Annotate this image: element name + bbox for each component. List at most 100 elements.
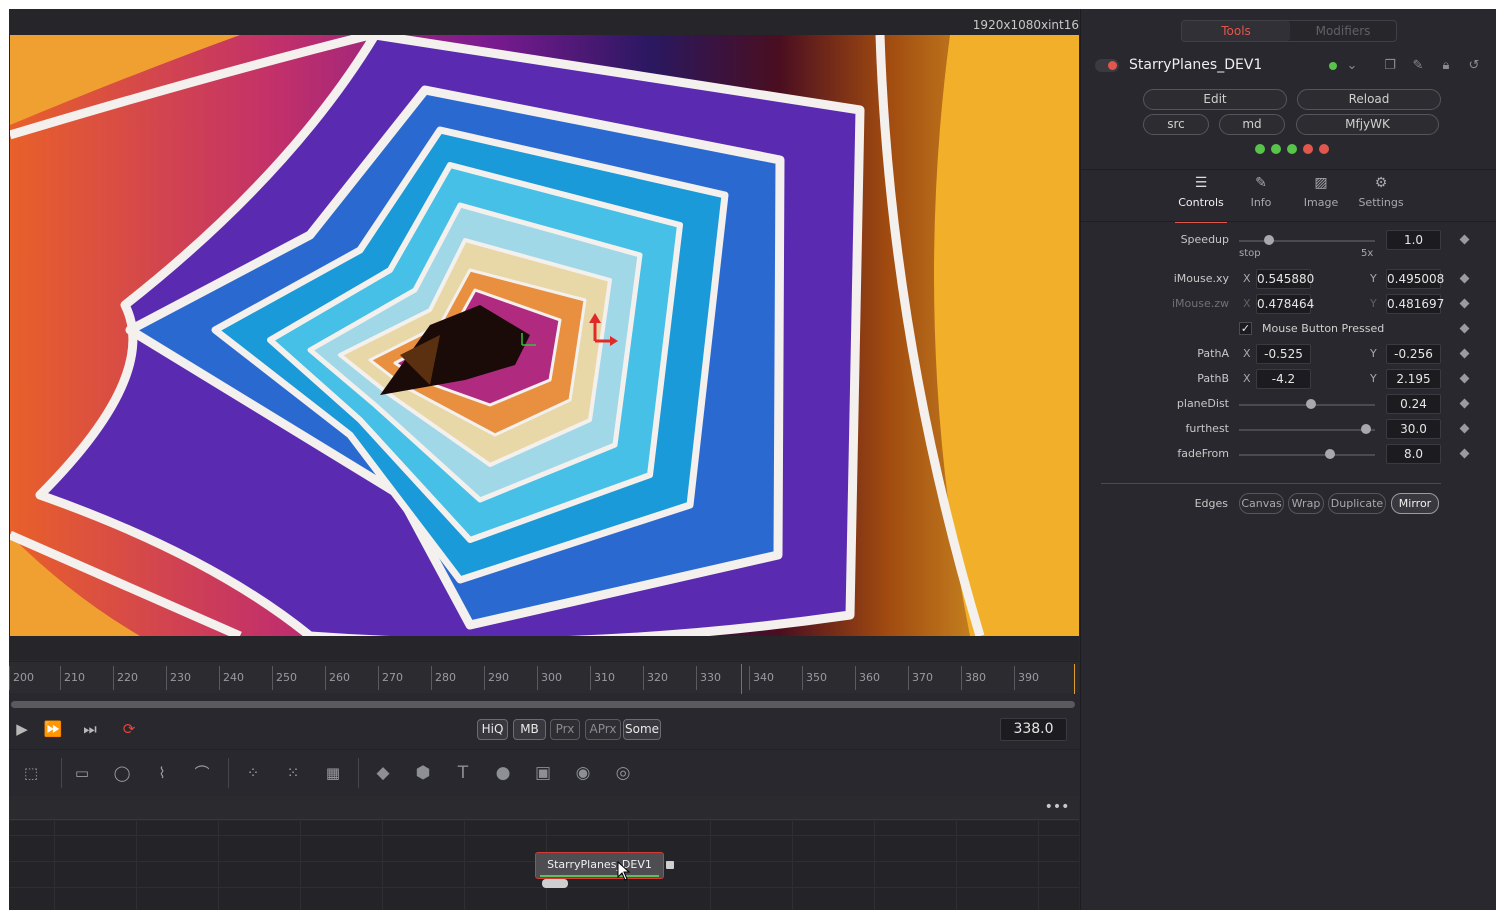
path-a-x-field[interactable]: -0.525 bbox=[1256, 344, 1311, 364]
md-button[interactable]: md bbox=[1219, 114, 1285, 135]
src-button[interactable]: src bbox=[1143, 114, 1209, 135]
furthest-slider[interactable] bbox=[1239, 424, 1375, 434]
keyframe-icon[interactable] bbox=[1459, 423, 1470, 434]
tab-tools[interactable]: Tools bbox=[1182, 21, 1290, 41]
tool-enable-toggle[interactable] bbox=[1095, 59, 1119, 72]
tab-controls[interactable]: ☰ Controls bbox=[1171, 175, 1231, 223]
camera-3d-icon[interactable]: ◉ bbox=[569, 760, 597, 786]
path-b-y-field[interactable]: 2.195 bbox=[1386, 369, 1441, 389]
bspline-mask-icon[interactable]: ⌒ bbox=[188, 760, 216, 786]
image-plane-3d-icon[interactable]: ◆ bbox=[369, 760, 397, 786]
particle-emitter-icon[interactable]: ⁘ bbox=[239, 760, 267, 786]
lock-icon[interactable]: 🔒︎ bbox=[1437, 57, 1455, 75]
edges-mirror-button[interactable]: Mirror bbox=[1391, 493, 1439, 514]
imouse-w-field[interactable]: 0.481697 bbox=[1386, 294, 1444, 314]
imouse-z-field[interactable]: 0.478464 bbox=[1256, 294, 1314, 314]
edit-button[interactable]: Edit bbox=[1143, 89, 1287, 110]
edges-wrap-button[interactable]: Wrap bbox=[1288, 493, 1324, 514]
renderer-3d-icon[interactable]: ◎ bbox=[609, 760, 637, 786]
fast-forward-button[interactable]: ⏩ bbox=[42, 719, 64, 739]
prx-button[interactable]: Prx bbox=[550, 719, 580, 740]
versions-icon[interactable]: ❐ bbox=[1381, 57, 1399, 75]
slider-knob[interactable] bbox=[1305, 399, 1316, 409]
separator bbox=[228, 758, 229, 788]
furthest-value[interactable]: 30.0 bbox=[1386, 419, 1441, 439]
keyframe-icon[interactable] bbox=[1459, 298, 1470, 309]
reset-icon[interactable]: ↺ bbox=[1465, 57, 1483, 75]
text-3d-icon[interactable]: T bbox=[449, 760, 477, 786]
rectangle-mask-icon[interactable]: ▭ bbox=[68, 760, 96, 786]
aprx-button[interactable]: APrx bbox=[585, 719, 621, 740]
tab-label: Settings bbox=[1358, 196, 1404, 209]
path-a-y-field[interactable]: -0.256 bbox=[1386, 344, 1441, 364]
ruler-tick: 390 bbox=[1014, 666, 1039, 690]
playhead[interactable] bbox=[741, 664, 742, 694]
cube-3d-icon[interactable]: ▣ bbox=[529, 760, 557, 786]
slider-knob[interactable] bbox=[1264, 235, 1275, 245]
keyframe-icon[interactable] bbox=[1459, 373, 1470, 384]
status-led bbox=[1255, 144, 1265, 154]
edges-duplicate-button[interactable]: Duplicate bbox=[1328, 493, 1386, 514]
tab-info[interactable]: ✎ Info bbox=[1231, 175, 1291, 219]
keyframe-icon[interactable] bbox=[1459, 348, 1470, 359]
node-starryplanes[interactable]: StarryPlanes_DEV1 bbox=[535, 852, 664, 879]
tab-modifiers[interactable]: Modifiers bbox=[1290, 21, 1396, 41]
skip-to-end-button[interactable]: ⏭ bbox=[79, 719, 101, 739]
starry-planes-render bbox=[10, 35, 1079, 636]
some-button[interactable]: Some bbox=[623, 719, 661, 740]
keyframe-icon[interactable] bbox=[1459, 234, 1470, 245]
viewer[interactable]: 1920x1080xint16 bbox=[9, 9, 1079, 660]
transform-tool-icon[interactable]: ⬚ bbox=[17, 760, 45, 786]
more-options-icon[interactable]: ••• bbox=[1043, 798, 1071, 818]
mouse-button-checkbox[interactable]: ✓ bbox=[1239, 322, 1252, 335]
polygon-mask-icon[interactable]: ⌇ bbox=[148, 760, 176, 786]
mfjywk-button[interactable]: MfjyWK bbox=[1296, 114, 1439, 135]
plane-dist-value[interactable]: 0.24 bbox=[1386, 394, 1441, 414]
loop-button[interactable]: ⟳ bbox=[118, 719, 140, 739]
current-frame-field[interactable]: 338.0 bbox=[1000, 718, 1067, 741]
slider-knob[interactable] bbox=[1324, 449, 1335, 459]
fade-from-slider[interactable] bbox=[1239, 449, 1375, 459]
param-label: iMouse.zw bbox=[1171, 297, 1229, 310]
tab-settings[interactable]: ⚙ Settings bbox=[1351, 175, 1411, 219]
ellipse-mask-icon[interactable]: ◯ bbox=[108, 760, 136, 786]
imouse-x-field[interactable]: 0.545880 bbox=[1256, 269, 1314, 289]
hiq-button[interactable]: HiQ bbox=[477, 719, 508, 740]
merge-3d-icon[interactable]: ⬢ bbox=[409, 760, 437, 786]
param-label: furthest bbox=[1185, 422, 1229, 435]
particle-render-icon[interactable]: ⁙ bbox=[279, 760, 307, 786]
ruler-tick: 210 bbox=[60, 666, 85, 690]
keyframe-icon[interactable] bbox=[1459, 448, 1470, 459]
keyframe-icon[interactable] bbox=[1459, 323, 1470, 334]
mb-button[interactable]: MB bbox=[513, 719, 546, 740]
chevron-down-icon[interactable]: ⌄ bbox=[1343, 57, 1361, 75]
color-status-dot[interactable] bbox=[1329, 62, 1337, 70]
speedup-value[interactable]: 1.0 bbox=[1386, 230, 1441, 250]
particle-image-icon[interactable]: ▦ bbox=[319, 760, 347, 786]
end-marker[interactable] bbox=[1074, 664, 1075, 694]
imouse-y-field[interactable]: 0.495008 bbox=[1386, 269, 1444, 289]
tab-image[interactable]: ▨ Image bbox=[1291, 175, 1351, 219]
timeline-ruler[interactable]: 200 210 220 230 240 250 260 270 280 290 … bbox=[9, 661, 1079, 694]
slider-knob[interactable] bbox=[1361, 424, 1372, 434]
keyframe-icon[interactable] bbox=[1459, 398, 1470, 409]
path-b-x-field[interactable]: -4.2 bbox=[1256, 369, 1311, 389]
param-imouse-zw: iMouse.zw X 0.478464 Y 0.481697 bbox=[1081, 294, 1496, 316]
reload-button[interactable]: Reload bbox=[1297, 89, 1441, 110]
edit-note-icon: ✎ bbox=[1255, 175, 1267, 191]
keyframe-icon[interactable] bbox=[1459, 273, 1470, 284]
tool-bar: ⬚ ▭ ◯ ⌇ ⌒ ⁘ ⁙ ▦ ◆ ⬢ T ● ▣ ◉ ◎ bbox=[9, 749, 1079, 795]
time-scrubber[interactable] bbox=[11, 701, 1075, 708]
edges-label: Edges bbox=[1194, 497, 1228, 510]
play-button[interactable]: ▶ bbox=[11, 719, 33, 739]
fade-from-value[interactable]: 8.0 bbox=[1386, 444, 1441, 464]
viewer-image[interactable] bbox=[10, 35, 1079, 636]
param-path-b: PathB X -4.2 Y 2.195 bbox=[1081, 369, 1496, 391]
edges-canvas-button[interactable]: Canvas bbox=[1239, 493, 1284, 514]
speedup-slider[interactable] bbox=[1239, 235, 1375, 245]
shape-3d-icon[interactable]: ● bbox=[489, 760, 517, 786]
node-output-port[interactable] bbox=[666, 861, 674, 869]
pin-icon[interactable]: ✎ bbox=[1409, 57, 1427, 75]
plane-dist-slider[interactable] bbox=[1239, 399, 1375, 409]
node-input-port[interactable] bbox=[542, 879, 568, 888]
